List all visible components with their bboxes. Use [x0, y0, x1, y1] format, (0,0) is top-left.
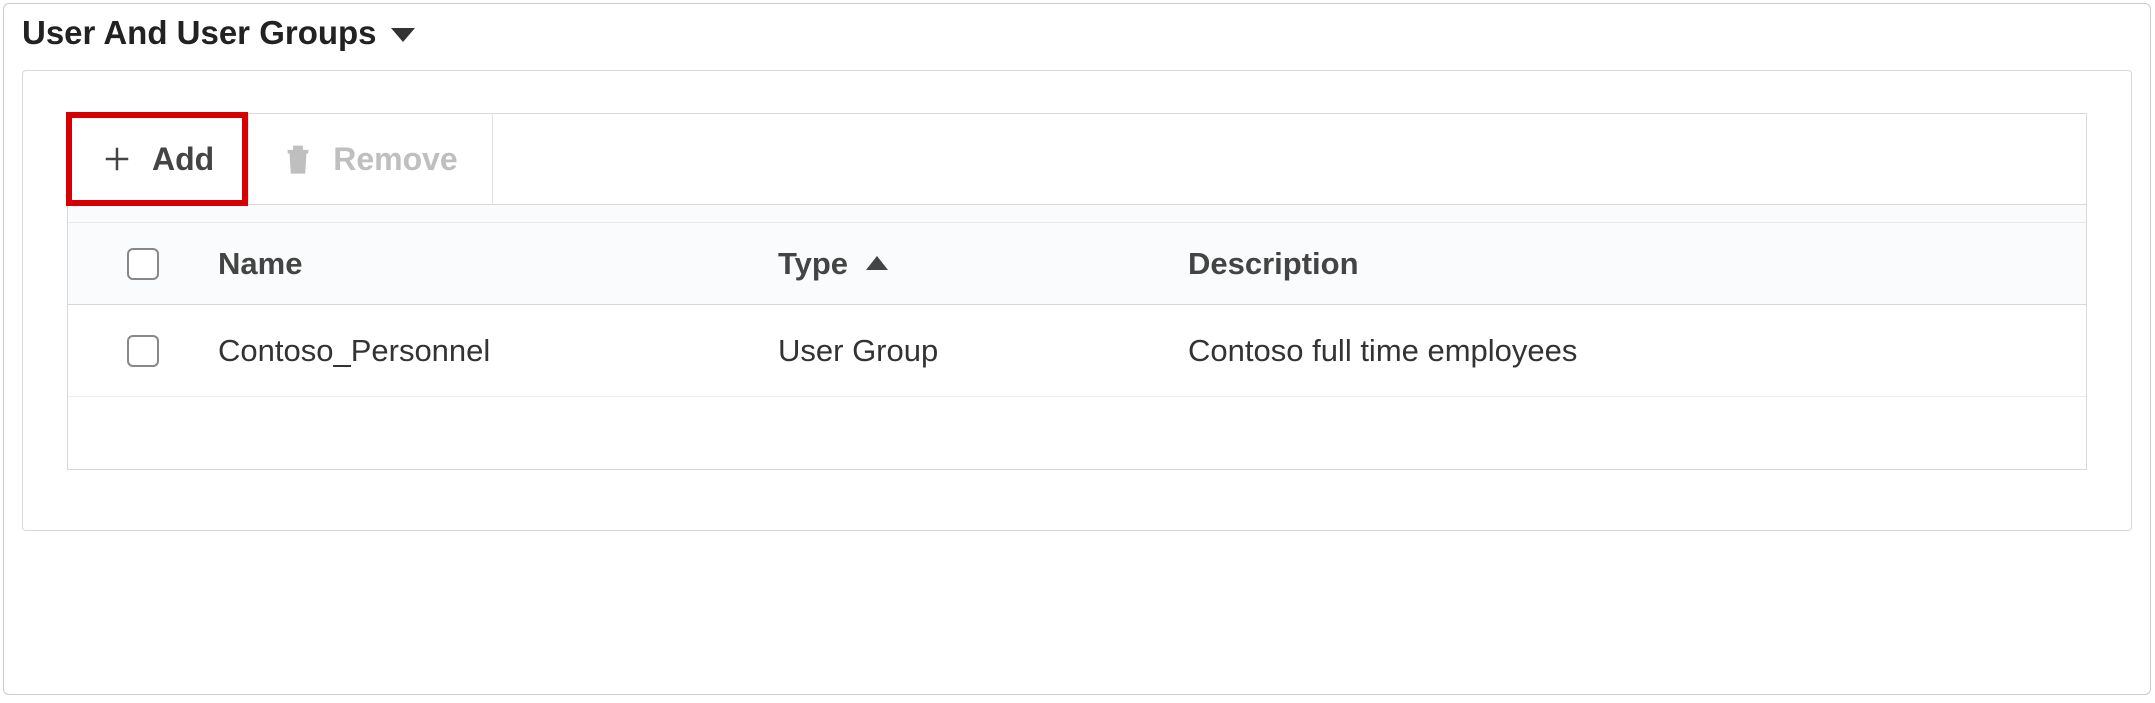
table-empty-space	[68, 397, 2086, 469]
add-button-label: Add	[152, 141, 214, 178]
section-title: User And User Groups	[22, 14, 377, 52]
section-header[interactable]: User And User Groups	[22, 4, 2132, 70]
table-header-row: Name Type Description	[68, 223, 2086, 305]
trash-icon	[283, 142, 313, 176]
row-checkbox[interactable]	[127, 335, 159, 367]
toolbar: Add Remove	[67, 113, 2087, 205]
cell-description: Contoso full time employees	[1188, 333, 2086, 369]
inner-panel: Add Remove Name Type	[22, 70, 2132, 531]
table-spacer	[68, 205, 2086, 223]
table-row[interactable]: Contoso_Personnel User Group Contoso ful…	[68, 305, 2086, 397]
user-groups-table: Name Type Description Contoso_Personnel …	[67, 205, 2087, 470]
cell-type: User Group	[778, 333, 1188, 369]
plus-icon	[102, 144, 132, 174]
user-groups-panel: User And User Groups Add Remove	[3, 3, 2151, 695]
column-header-type[interactable]: Type	[778, 246, 1188, 282]
sort-ascending-icon	[866, 256, 888, 270]
column-header-name[interactable]: Name	[218, 246, 778, 282]
caret-down-icon	[391, 28, 415, 42]
remove-button: Remove	[249, 114, 493, 204]
select-all-checkbox[interactable]	[127, 248, 159, 280]
column-header-type-label: Type	[778, 246, 848, 282]
column-header-description[interactable]: Description	[1188, 246, 2086, 282]
cell-name: Contoso_Personnel	[218, 333, 778, 369]
add-button[interactable]: Add	[68, 114, 249, 204]
remove-button-label: Remove	[333, 141, 458, 178]
